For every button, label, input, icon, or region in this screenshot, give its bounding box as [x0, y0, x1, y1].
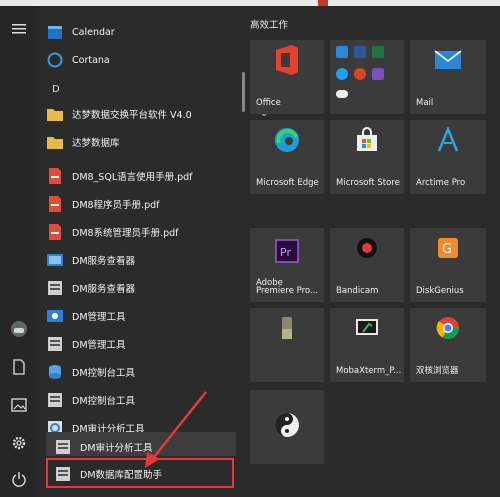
store-bag-icon	[354, 127, 380, 157]
app-label: DM管理工具	[72, 312, 126, 323]
tile-label: Mail	[416, 98, 434, 108]
tile-diskgenius[interactable]: G DiskGenius	[410, 228, 486, 302]
app-dm8-sql-manual[interactable]: DM8_SQL语言使用手册.pdf	[46, 162, 276, 190]
manager-icon	[46, 307, 64, 325]
tile-premiere[interactable]: Pr Adobe Premiere Pro...	[250, 228, 324, 302]
mail-icon	[434, 50, 462, 74]
app-label: DM8_SQL语言使用手册.pdf	[72, 172, 193, 183]
tile-label: MobaXterm_P...	[336, 366, 402, 376]
service-viewer-icon	[46, 251, 64, 269]
app-label: DM服务查看器	[72, 256, 136, 267]
arctime-icon	[435, 125, 461, 157]
folder-icon	[46, 105, 64, 123]
onedrive-icon	[336, 90, 348, 98]
user-avatar-icon[interactable]	[10, 320, 28, 338]
app-dm-console-2[interactable]: DM控制台工具	[46, 386, 276, 414]
bandicam-icon	[355, 236, 379, 264]
svg-text:G: G	[442, 242, 452, 257]
app-placeholder-icon	[280, 315, 294, 345]
app-cortana[interactable]: Cortana	[46, 46, 276, 74]
diskgenius-icon: G	[436, 236, 460, 264]
tile-label: 双核浏览器	[416, 366, 459, 376]
tile-bandicam[interactable]: Bandicam	[330, 228, 404, 302]
app-label: Cortana	[72, 54, 110, 66]
app-dm-manager-2[interactable]: DM管理工具	[46, 330, 276, 358]
calendar-icon	[46, 23, 64, 41]
app-label: Calendar	[72, 26, 115, 38]
excel-icon	[372, 46, 384, 58]
tile-mail[interactable]: Mail	[410, 40, 486, 114]
tile-office[interactable]: Office	[250, 40, 324, 114]
powerpoint-icon	[354, 68, 366, 80]
tile-mobaxterm[interactable]: MobaXterm_P...	[330, 308, 404, 382]
database-icon	[46, 391, 64, 409]
cortana-icon	[46, 51, 64, 69]
app-label: DM服务查看器	[72, 284, 136, 295]
pictures-icon[interactable]	[10, 396, 28, 414]
tile-taichi-app[interactable]	[250, 390, 324, 464]
app-dm-service-viewer[interactable]: DM服务查看器	[46, 246, 276, 274]
database-icon	[46, 335, 64, 353]
hamburger-menu-icon[interactable]	[10, 20, 28, 38]
database-icon	[46, 279, 64, 297]
pdf-icon	[46, 167, 64, 185]
tile-label: Microsoft Edge	[256, 178, 319, 188]
app-label: DM8程序员手册.pdf	[72, 200, 160, 211]
database-icon	[54, 438, 72, 456]
pdf-icon	[46, 223, 64, 241]
skype-icon	[336, 68, 348, 80]
app-dm-manager[interactable]: DM管理工具	[46, 302, 276, 330]
tile-store[interactable]: Microsoft Store	[330, 120, 404, 194]
tile-unknown-app[interactable]	[250, 308, 324, 382]
tile-label: Office	[256, 98, 281, 108]
premiere-icon: Pr	[275, 239, 299, 267]
tile-label: Arctime Pro	[416, 178, 466, 188]
tile-dual-core-browser[interactable]: 双核浏览器	[410, 308, 486, 382]
app-dm8-admin-manual[interactable]: DM8系统管理员手册.pdf	[46, 218, 276, 246]
office-icon	[272, 44, 302, 80]
folder-label: 达梦数据库	[72, 138, 120, 149]
documents-icon[interactable]	[10, 358, 28, 376]
word-icon	[354, 46, 366, 58]
tile-label-line2: Premiere Pro...	[256, 286, 319, 296]
scrollbar-thumb[interactable]	[242, 72, 245, 112]
settings-gear-icon[interactable]	[10, 434, 28, 452]
folder-icon	[46, 133, 64, 151]
app-dm-console[interactable]: DM控制台工具	[46, 358, 276, 386]
window-accent	[318, 0, 328, 6]
app-dm8-programmer-manual[interactable]: DM8程序员手册.pdf	[46, 190, 276, 218]
app-label: DM控制台工具	[72, 368, 136, 379]
app-calendar[interactable]: Calendar	[46, 18, 276, 46]
app-label: DM审计分析工具	[80, 443, 153, 454]
pdf-icon	[46, 195, 64, 213]
app-list: Calendar Cortana D 达梦数据交换平台软件 V4.0 ⌄ 达梦数…	[38, 6, 268, 497]
chrome-icon	[436, 316, 460, 344]
svg-text:Pr: Pr	[280, 246, 291, 259]
outlook-icon	[336, 46, 348, 58]
app-dm-service-viewer-2[interactable]: DM服务查看器	[46, 274, 276, 302]
tile-label: DiskGenius	[416, 286, 464, 296]
console-icon	[46, 363, 64, 381]
taichi-icon	[274, 412, 300, 442]
onenote-icon	[372, 68, 384, 80]
section-letter-d[interactable]: D	[52, 84, 60, 95]
app-label: DM8系统管理员手册.pdf	[72, 228, 179, 239]
start-rail	[0, 6, 38, 497]
highlight-box	[46, 458, 234, 488]
folder-dm-database[interactable]: 达梦数据库	[46, 128, 276, 156]
power-icon[interactable]	[10, 470, 28, 488]
mobaxterm-icon	[355, 318, 379, 342]
app-label: DM控制台工具	[72, 396, 136, 407]
app-label: DM管理工具	[72, 340, 126, 351]
tile-edge[interactable]: Microsoft Edge	[250, 120, 324, 194]
edge-icon	[273, 126, 301, 158]
tile-group-title[interactable]: 高效工作	[250, 17, 288, 31]
tile-office-apps[interactable]	[330, 40, 404, 114]
tile-label: Bandicam	[336, 286, 379, 296]
folder-label: 达梦数据交换平台软件 V4.0	[72, 110, 192, 121]
tile-label: Microsoft Store	[336, 178, 400, 188]
tile-arctime[interactable]: Arctime Pro	[410, 120, 486, 194]
